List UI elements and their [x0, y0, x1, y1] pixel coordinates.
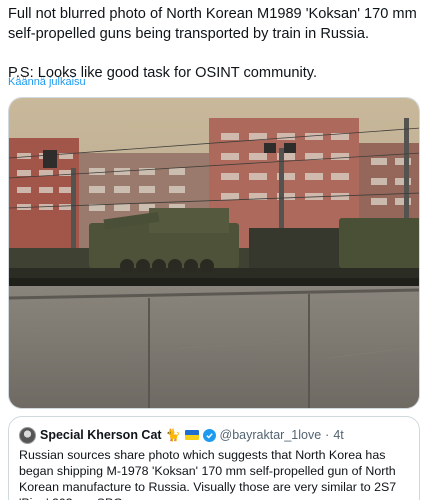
post-text: Full not blurred photo of North Korean M… — [8, 4, 422, 83]
post-photo[interactable] — [8, 97, 420, 409]
cat-emoji-icon: 🐈 — [165, 428, 181, 442]
quoted-display-name[interactable]: Special Kherson Cat — [40, 428, 162, 442]
translate-post-link[interactable]: Käännä julkaisu — [8, 76, 86, 88]
train-photo-image — [9, 98, 419, 408]
post: Full not blurred photo of North Korean M… — [0, 0, 430, 500]
verified-badge-icon — [202, 428, 216, 442]
quoted-post-text: Russian sources share photo which sugges… — [19, 448, 397, 500]
quoted-post-card[interactable]: Special Kherson Cat 🐈 @bayraktar_1love ·… — [8, 416, 420, 500]
avatar[interactable] — [19, 426, 36, 444]
quoted-post-header: Special Kherson Cat 🐈 @bayraktar_1love ·… — [19, 426, 344, 444]
quoted-handle[interactable]: @bayraktar_1love — [220, 428, 322, 442]
separator-dot: · — [325, 428, 330, 442]
quoted-timestamp[interactable]: 4t — [333, 428, 343, 442]
ukraine-flag-icon — [184, 430, 199, 440]
post-paragraph-1: Full not blurred photo of North Korean M… — [8, 6, 417, 42]
